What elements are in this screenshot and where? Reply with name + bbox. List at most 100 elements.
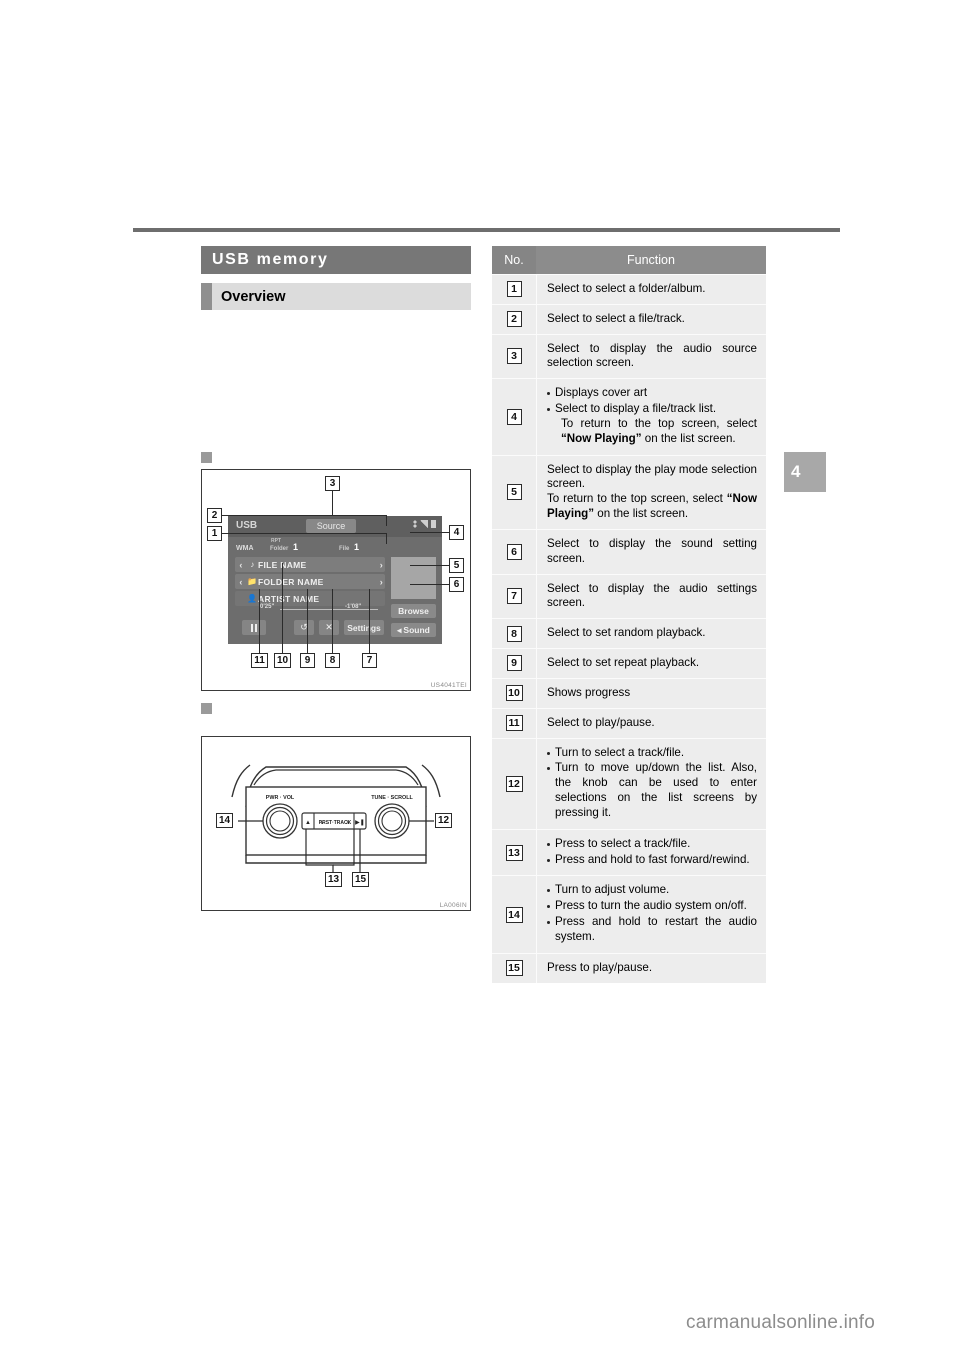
row-number-cell: 13 [492,829,537,876]
list-item-subtext: To return to the top screen, select “Now… [555,417,757,447]
svg-text:TUNE · SCROLL: TUNE · SCROLL [371,795,413,801]
paragraph-pre: To return to the top screen, select [547,492,727,506]
list-item-text: Turn to move up/down the list. Also, the… [555,761,757,819]
bullet-list: Turn to select a track/file. Turn to mov… [547,746,757,821]
manual-page: 4 USB memory Overview USB Source RPT WMA… [0,0,960,1358]
file-value: 1 [354,542,360,552]
row-number-cell: 6 [492,529,537,574]
table-row: 9 Select to set repeat playback. [492,648,766,678]
sound-button-label: Sound [403,625,430,635]
chapter-tab-spacer [776,446,781,498]
page-top-rule [133,228,840,232]
callout-2-leader [222,515,387,517]
callout-6-leader [410,584,449,586]
table-row: 3 Select to display the audio source sel… [492,333,766,379]
row-number-cell: 8 [492,619,537,649]
list-item: Press to turn the audio system on/off. [547,899,757,914]
table-row: 10 Shows progress [492,677,766,708]
callout-1-leader-v [386,533,388,544]
callout-7-leader [369,589,371,653]
list-item: Press and hold to fast forward/rewind. [547,853,757,868]
table-row: 5 Select to display the play mode select… [492,454,766,529]
site-watermark: carmanualsonline.info [686,1312,876,1333]
chevron-right-icon[interactable]: › [380,577,383,587]
list-item-text: Displays cover art [555,386,648,400]
callout-2-leader-v [386,515,388,526]
svg-text:▲: ▲ [305,820,311,826]
figure-audio-screen: USB Source RPT WMA Folder 1 File 1 ‹ ♪ F… [201,469,471,691]
table-row: 14 Turn to adjust volume. Press to turn … [492,875,766,953]
table-row: 2 Select to select a file/track. [492,303,766,334]
row-number-cell: 7 [492,574,537,619]
chevron-left-icon[interactable]: ‹ [235,560,247,570]
screen-source-label: USB [236,520,258,531]
paragraph: To return to the top screen, select “Now… [547,492,757,522]
callout-3: 3 [325,476,340,491]
row-number-cell: 5 [492,455,537,529]
progress-bar[interactable] [280,609,378,611]
table-row: 8 Select to set random playback. [492,618,766,649]
play-pause-button[interactable] [242,620,266,635]
callout-number: 12 [505,775,523,792]
row-number-cell: 2 [492,304,537,334]
row-function-cell: Press to play/pause. [547,960,653,974]
callout-number: 15 [505,960,523,977]
source-button[interactable]: Source [306,519,356,533]
list-item: Turn to adjust volume. [547,883,757,898]
sound-button[interactable]: ◂ Sound [391,623,436,637]
browse-button[interactable]: Browse [391,604,436,618]
header-function: Function [627,253,675,267]
list-item: Turn to move up/down the list. Also, the… [547,761,757,820]
table-row: 1 Select to select a folder/album. [492,274,766,304]
folder-name-row[interactable]: ‹ 📁 FOLDER NAME › [235,574,385,589]
chevron-right-icon[interactable]: › [380,560,383,570]
row-number-cell: 11 [492,708,537,738]
callout-number: 8 [506,625,522,642]
row-function-cell: Select to display the sound setting scre… [547,536,757,565]
row-function-cell: Select to display the audio source selec… [547,341,757,370]
folder-value: 1 [293,542,299,552]
folder-icon: 📁 [247,577,258,586]
function-table: No. Function 1 Select to select a folder… [492,246,766,983]
list-item-text: Press to turn the audio system on/off. [555,899,747,913]
callout-6: 6 [449,577,464,592]
signal-icon [420,520,428,528]
file-label: File [339,546,350,552]
screen-meta: RPT WMA Folder 1 File 1 [228,538,442,555]
chevron-left-icon[interactable]: ‹ [235,577,247,587]
bluetooth-icon [413,520,417,528]
row-function-cell: Shows progress [547,685,631,699]
callout-1-leader [222,533,387,535]
figure-hardware-panel: ▲ ▶❚ ∨ ∧ PWR · VOL TUNE · SCROLL PRST·TR… [201,736,471,911]
callout-9-leader [307,589,309,653]
callout-number: 4 [506,408,522,425]
list-item-text: Select to display a file/track list. [555,402,717,416]
settings-button[interactable]: Settings [344,620,384,635]
callout-number: 14 [505,906,523,923]
status-icons [413,520,436,528]
callout-number: 11 [505,715,523,732]
callout-11: 11 [251,653,268,668]
row-function-cell: Select to play/pause. [547,715,655,729]
row-number-cell: 14 [492,876,537,953]
random-button[interactable]: ✕ [319,620,339,635]
subtext-post: on the list screen. [641,431,736,445]
list-item-text: Press and hold to fast forward/rewind. [555,852,750,866]
callout-number: 6 [506,543,522,560]
row-number-cell: 12 [492,738,537,829]
callout-5: 5 [449,558,464,573]
callout-number: 5 [506,484,522,501]
repeat-button[interactable]: ↺ [294,620,314,635]
table-row: 15 Press to play/pause. [492,952,766,983]
left-column: USB memory Overview USB Source RPT WMA F… [201,246,471,911]
callout-number: 13 [505,844,523,861]
format-label: WMA [236,545,254,552]
callout-number: 1 [506,281,522,298]
svg-text:▶❚: ▶❚ [355,819,365,826]
cover-art[interactable] [391,557,436,599]
paragraph: Select to display the play mode selectio… [547,462,757,491]
row-number-cell: 3 [492,334,537,379]
table-row: 13 Press to select a track/file. Press a… [492,828,766,876]
file-name-row[interactable]: ‹ ♪ FILE NAME › [235,557,385,572]
row-number-cell: 10 [492,678,537,708]
